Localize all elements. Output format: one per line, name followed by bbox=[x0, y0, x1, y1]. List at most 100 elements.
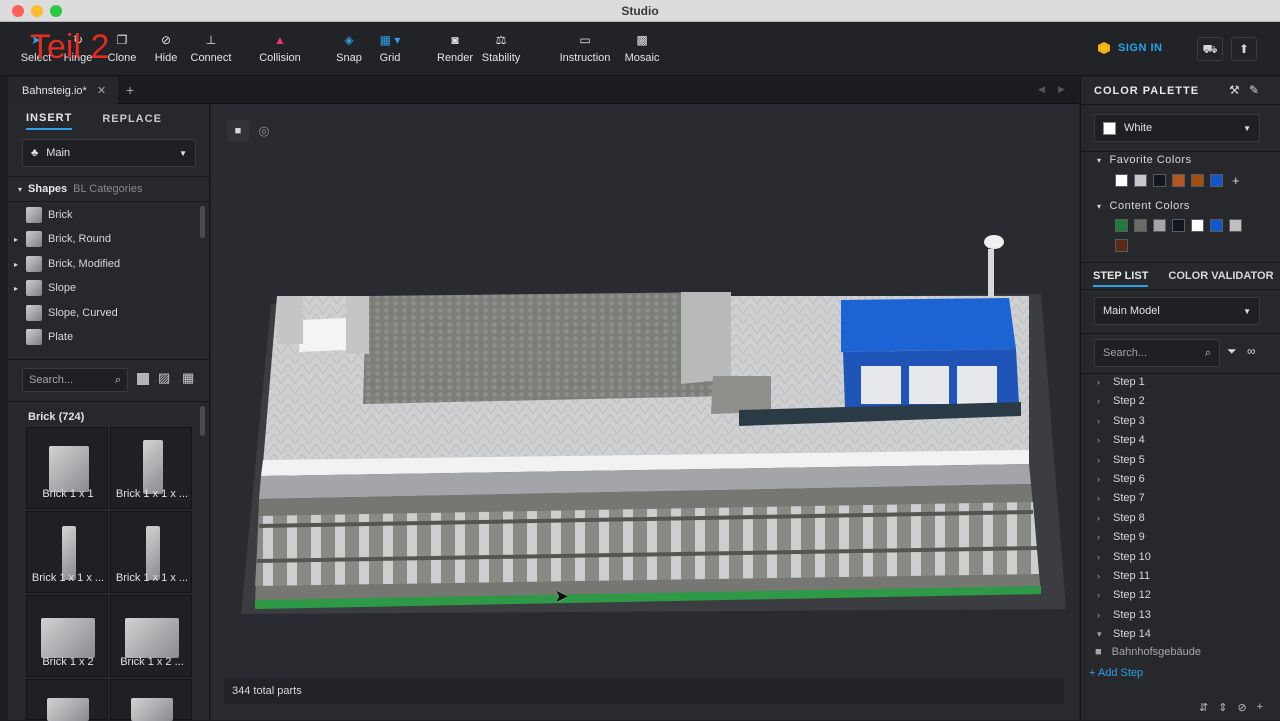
favorite-colors-header[interactable]: ▾ Favorite Colors bbox=[1097, 154, 1192, 166]
shapes-tab[interactable]: Shapes bbox=[28, 183, 67, 195]
collision-tool-button[interactable]: ▲ Collision bbox=[258, 32, 302, 64]
part-cell[interactable] bbox=[26, 679, 108, 721]
step-item[interactable]: › Step 3 bbox=[1097, 412, 1257, 430]
step-item[interactable]: › Step 11 bbox=[1097, 567, 1257, 585]
step-item[interactable]: ▾ Step 14 bbox=[1097, 625, 1257, 643]
step-item[interactable]: › Step 6 bbox=[1097, 470, 1257, 488]
category-slope-curved[interactable]: Slope, Curved bbox=[8, 301, 198, 325]
content-color-swatch[interactable] bbox=[1191, 219, 1204, 232]
step-item[interactable]: › Step 1 bbox=[1097, 373, 1257, 391]
favorite-color-swatch[interactable] bbox=[1210, 174, 1223, 187]
chevron-right-icon[interactable]: › bbox=[1097, 416, 1103, 426]
chevron-right-icon[interactable]: › bbox=[1097, 532, 1103, 542]
category-slope[interactable]: ▸ Slope bbox=[8, 276, 198, 300]
chevron-right-icon[interactable]: › bbox=[1097, 513, 1103, 523]
model-select[interactable]: ♣ Main ▼ bbox=[22, 139, 196, 167]
favorite-color-swatch[interactable] bbox=[1134, 174, 1147, 187]
step-search-input[interactable]: Search... ⌕ bbox=[1094, 339, 1220, 367]
content-color-swatch[interactable] bbox=[1115, 239, 1128, 252]
upload-button[interactable]: ⬆ bbox=[1231, 37, 1257, 61]
mosaic-tool-button[interactable]: ▩ Mosaic bbox=[622, 32, 662, 64]
chevron-right-icon[interactable]: › bbox=[1097, 396, 1103, 406]
part-cell[interactable]: Brick 1 x 1 x ... bbox=[26, 511, 108, 593]
category-brick-round[interactable]: ▸ Brick, Round bbox=[8, 227, 198, 251]
favorite-color-swatch[interactable] bbox=[1153, 174, 1166, 187]
chevron-down-icon[interactable]: ▾ bbox=[1097, 629, 1103, 640]
parts-search-input[interactable]: Search... ⌕ bbox=[22, 368, 128, 392]
part-cell[interactable]: Brick 1 x 2 bbox=[26, 595, 108, 677]
stability-tool-button[interactable]: ⚖ Stability bbox=[480, 32, 522, 64]
step-item[interactable]: › Step 13 bbox=[1097, 606, 1257, 624]
step-item[interactable]: › Step 8 bbox=[1097, 509, 1257, 527]
3d-viewport[interactable]: ■ ◎ ➤ bbox=[211, 104, 1079, 720]
add-step-button[interactable]: + Add Step bbox=[1089, 667, 1143, 679]
tab-step-list[interactable]: STEP LIST bbox=[1093, 265, 1149, 287]
hide-tool-button[interactable]: ⊘ Hide bbox=[150, 32, 182, 64]
content-color-swatch[interactable] bbox=[1134, 219, 1147, 232]
tab-color-validator[interactable]: COLOR VALIDATOR bbox=[1168, 270, 1273, 282]
filter-view-icon[interactable]: ▨ bbox=[158, 370, 170, 386]
part-cell[interactable]: Brick 1 x 1 x ... bbox=[110, 427, 192, 509]
step-item[interactable]: › Step 4 bbox=[1097, 431, 1257, 449]
step-item[interactable]: › Step 12 bbox=[1097, 586, 1257, 604]
snap-tool-button[interactable]: ◈ Snap bbox=[334, 32, 364, 64]
grid-view-icon[interactable]: ▦ bbox=[182, 370, 194, 386]
category-brick[interactable]: Brick bbox=[8, 203, 198, 227]
part-cell[interactable]: Brick 1 x 1 bbox=[26, 427, 108, 509]
close-tab-icon[interactable]: ✕ bbox=[97, 84, 106, 97]
favorite-color-swatch[interactable] bbox=[1191, 174, 1204, 187]
grid-tool-button[interactable]: ▦ ▾ Grid bbox=[376, 32, 404, 64]
filter-icon[interactable]: ⏷ bbox=[1227, 344, 1237, 359]
favorite-color-swatch[interactable] bbox=[1172, 174, 1185, 187]
content-color-swatch[interactable] bbox=[1115, 219, 1128, 232]
step-item[interactable]: › Step 2 bbox=[1097, 392, 1257, 410]
content-color-swatch[interactable] bbox=[1229, 219, 1242, 232]
color-select[interactable]: White ▼ bbox=[1094, 114, 1260, 142]
expand-icon[interactable]: ⇕ bbox=[1218, 701, 1227, 714]
eyedropper-icon[interactable]: ✎ bbox=[1249, 83, 1259, 97]
content-color-swatch[interactable] bbox=[1172, 219, 1185, 232]
chevron-right-icon[interactable]: › bbox=[1097, 610, 1103, 620]
tab-scroll-right-icon[interactable]: ▶ bbox=[1058, 84, 1065, 95]
chevron-right-icon[interactable]: › bbox=[1097, 455, 1103, 465]
chevron-right-icon[interactable]: › bbox=[1097, 590, 1103, 600]
chevron-down-icon[interactable]: ▾ bbox=[18, 185, 22, 194]
link-icon[interactable]: ∞ bbox=[1247, 344, 1256, 358]
model-select[interactable]: Main Model ▼ bbox=[1094, 297, 1260, 325]
content-color-swatch[interactable] bbox=[1210, 219, 1223, 232]
parts-scrollbar[interactable] bbox=[200, 406, 205, 436]
step-item[interactable]: › Step 10 bbox=[1097, 548, 1257, 566]
favorite-color-swatch[interactable] bbox=[1115, 174, 1128, 187]
tab-insert[interactable]: INSERT bbox=[26, 112, 73, 130]
instruction-tool-button[interactable]: ▭ Instruction bbox=[558, 32, 612, 64]
chevron-right-icon[interactable]: › bbox=[1097, 552, 1103, 562]
sign-in-link[interactable]: SIGN IN bbox=[1098, 42, 1162, 54]
cart-button[interactable]: ⛟ bbox=[1197, 37, 1223, 61]
category-brick-modified[interactable]: ▸ Brick, Modified bbox=[8, 252, 198, 276]
chevron-right-icon[interactable]: › bbox=[1097, 493, 1103, 503]
content-colors-header[interactable]: ▾ Content Colors bbox=[1097, 200, 1190, 212]
category-scrollbar[interactable] bbox=[200, 206, 205, 238]
paint-roller-icon[interactable]: ⚒ bbox=[1229, 83, 1240, 97]
chevron-right-icon[interactable]: › bbox=[1097, 571, 1103, 581]
submodel-item[interactable]: ■ Bahnhofsgebäude bbox=[1095, 643, 1255, 661]
tab-scroll-left-icon[interactable]: ◀ bbox=[1038, 84, 1045, 95]
clone-tool-button[interactable]: ❐ Clone bbox=[106, 32, 138, 64]
hide-step-icon[interactable]: ⊘ bbox=[1237, 701, 1246, 714]
connect-tool-button[interactable]: ⊥ Connect bbox=[190, 32, 232, 64]
step-item[interactable]: › Step 9 bbox=[1097, 528, 1257, 546]
list-view-icon[interactable] bbox=[137, 373, 149, 385]
chevron-right-icon[interactable]: › bbox=[1097, 435, 1103, 445]
content-color-swatch[interactable] bbox=[1153, 219, 1166, 232]
render-tool-button[interactable]: ◙ Render bbox=[437, 32, 473, 64]
add-tab-button[interactable]: + bbox=[126, 82, 134, 98]
part-cell[interactable] bbox=[110, 679, 192, 721]
chevron-right-icon[interactable]: › bbox=[1097, 377, 1103, 387]
step-item[interactable]: › Step 5 bbox=[1097, 451, 1257, 469]
chevron-right-icon[interactable]: › bbox=[1097, 474, 1103, 484]
collapse-icon[interactable]: ⇵ bbox=[1199, 701, 1208, 714]
category-plate[interactable]: Plate bbox=[8, 325, 198, 349]
part-cell[interactable]: Brick 1 x 1 x ... bbox=[110, 511, 192, 593]
add-favorite-color-icon[interactable]: + bbox=[1232, 173, 1240, 188]
tab-replace[interactable]: REPLACE bbox=[102, 113, 162, 125]
